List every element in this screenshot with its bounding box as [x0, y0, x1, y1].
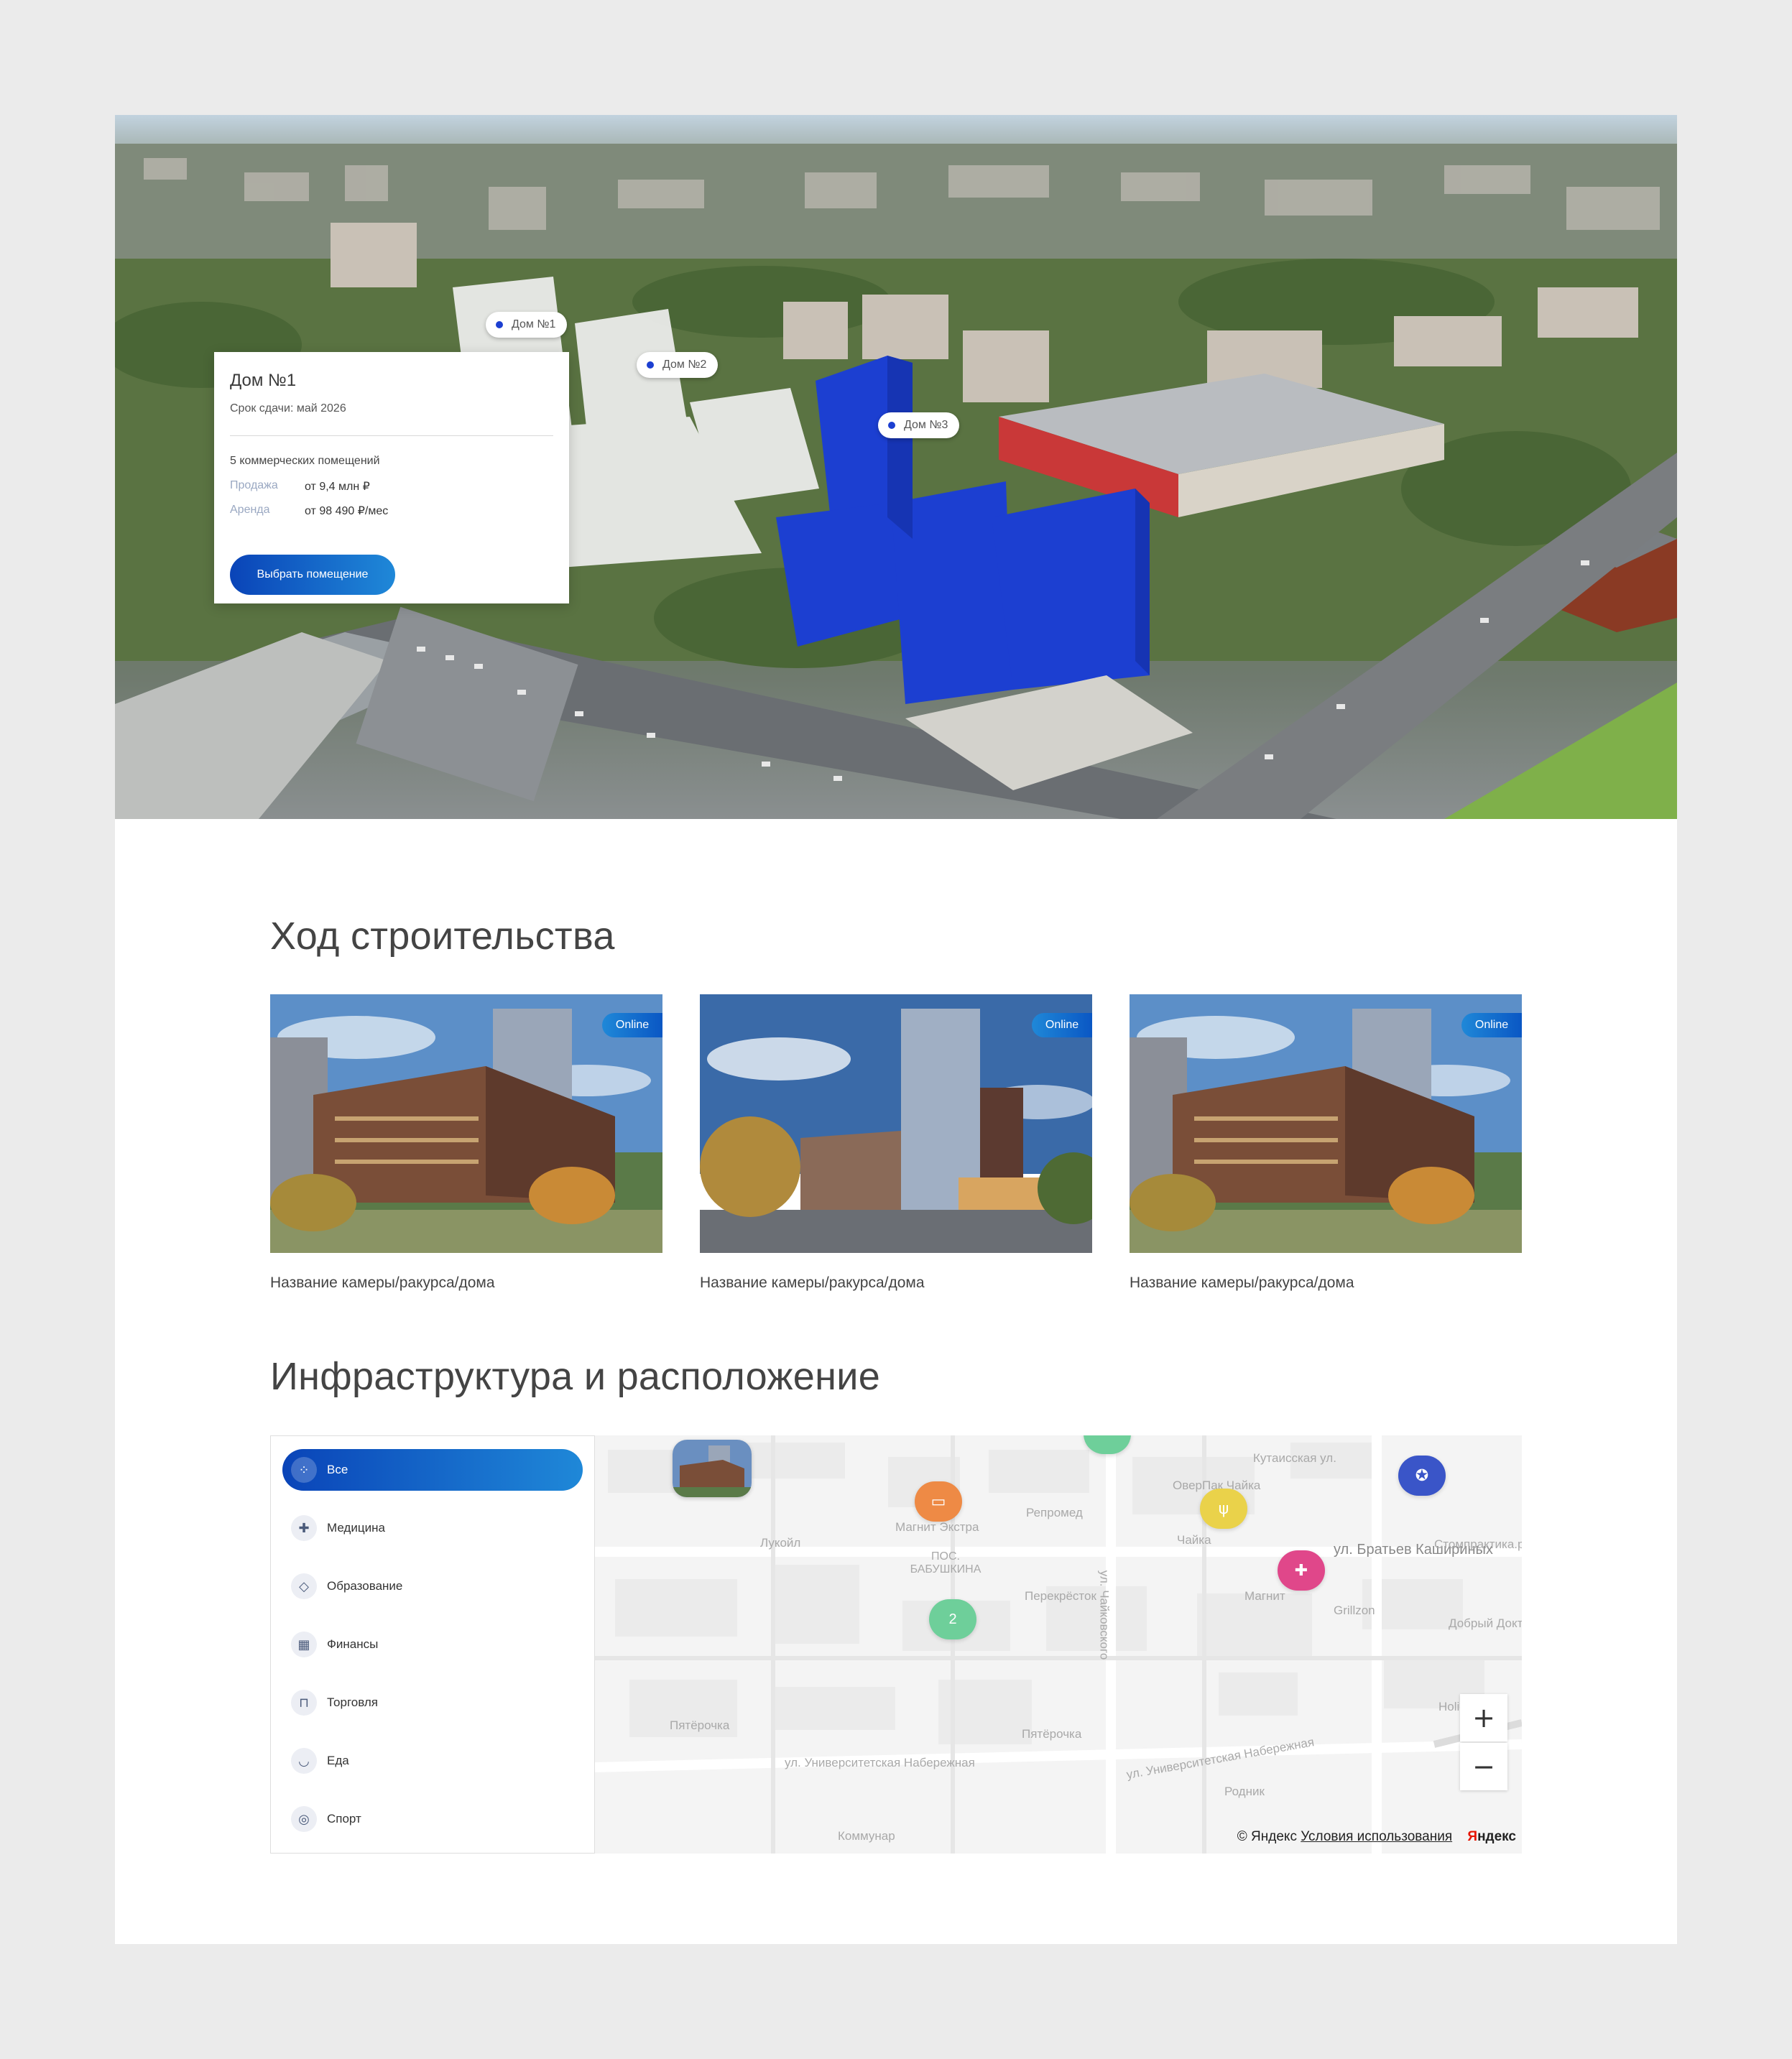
building-render-image	[1130, 994, 1522, 1253]
map[interactable]: Кутаисская ул. ул. Братьев Кашириных ул.…	[270, 1435, 1522, 1854]
bank-icon: ▦	[291, 1632, 317, 1657]
building-render-image	[270, 994, 662, 1253]
medkit-icon: ✚	[1294, 1561, 1308, 1580]
house-pin-3[interactable]: Дом №3	[878, 412, 960, 438]
category-food[interactable]: ◡ Еда	[282, 1740, 583, 1782]
house-deadline: Срок сдачи: май 2026	[230, 402, 346, 415]
construction-title: Ход строительства	[270, 915, 615, 958]
map-label: Стомпрактика.рф	[1434, 1537, 1522, 1551]
category-medicine[interactable]: ✚ Медицина	[282, 1507, 583, 1549]
sale-price: от 9,4 млн ₽	[305, 481, 370, 493]
map-label: Добрый Доктор	[1449, 1616, 1522, 1630]
online-badge: Online	[1032, 1013, 1092, 1037]
category-trade[interactable]: ⊓ Торговля	[282, 1682, 583, 1723]
map-label: Лукойл	[760, 1536, 801, 1550]
category-label: Медицина	[327, 1521, 385, 1535]
category-education[interactable]: ◇ Образование	[282, 1565, 583, 1607]
building-render-image	[700, 994, 1092, 1253]
cluster-marker[interactable]: 2	[929, 1599, 976, 1639]
terms-link[interactable]: Условия использования	[1301, 1829, 1452, 1844]
house-pin-2[interactable]: Дом №2	[637, 352, 719, 378]
map-label: Grillzon	[1334, 1604, 1375, 1617]
camera-caption: Название камеры/ракурса/дома	[270, 1274, 495, 1291]
map-label: Магнит Экстра	[895, 1520, 979, 1534]
house-pin-1[interactable]: Дом №1	[486, 312, 568, 338]
category-label: Торговля	[327, 1695, 379, 1709]
map-label: Пятёрочка	[670, 1718, 730, 1732]
category-all[interactable]: ⁘ Все	[282, 1449, 583, 1491]
category-label: Финансы	[327, 1637, 379, 1651]
camera-caption: Название камеры/ракурса/дома	[1130, 1274, 1354, 1291]
map-label: ПОС. БАБУШКИНА	[910, 1550, 982, 1576]
sale-row: Продажа от 9,4 млн ₽	[230, 479, 553, 494]
camera-card-3[interactable]: Online Название камеры/ракурса/дома	[1130, 994, 1522, 1292]
map-copyright: © Яндекс Условия использования Яндекс	[1237, 1829, 1516, 1845]
divider	[230, 435, 553, 436]
cart-icon: ⊓	[291, 1690, 317, 1716]
map-label: Чайка	[1177, 1533, 1211, 1547]
map-label: ул. Университетская Набережная	[785, 1756, 975, 1769]
camera-card-1[interactable]: Online Название камеры/ракурса/дома	[270, 994, 662, 1292]
map-label: Кутаисская ул.	[1253, 1451, 1336, 1465]
infrastructure-title: Инфраструктура и расположение	[270, 1355, 881, 1398]
finance-marker[interactable]: ▭	[915, 1481, 962, 1522]
bowl-icon: ◡	[291, 1748, 317, 1774]
map-label: ул. Чайковского	[1097, 1570, 1112, 1660]
fork-knife-icon: ψ	[1218, 1499, 1229, 1518]
online-badge: Online	[1461, 1013, 1522, 1037]
wallet-icon: ▭	[930, 1492, 946, 1511]
rent-row: Аренда от 98 490 ₽/мес	[230, 504, 553, 518]
sport-marker[interactable]: ✪	[1398, 1456, 1446, 1496]
yandex-logo[interactable]: Яндекс	[1467, 1829, 1516, 1844]
camera-card-2[interactable]: Online Название камеры/ракурса/дома	[700, 994, 1092, 1292]
grid-icon: ⁘	[291, 1457, 317, 1483]
category-finance[interactable]: ▦ Финансы	[282, 1624, 583, 1665]
hero-aerial-view: Дом №1 Дом №2 Дом №3 Дом №1 Срок сдачи: …	[115, 115, 1677, 819]
rent-label: Аренда	[230, 504, 270, 516]
camera-image[interactable]: Online	[700, 994, 1092, 1253]
online-badge: Online	[602, 1013, 662, 1037]
category-filter-panel: ⁘ Все ✚ Медицина ◇ Образование ▦ Финансы…	[270, 1435, 595, 1854]
house-title: Дом №1	[230, 371, 297, 390]
zoom-in-button[interactable]: +	[1460, 1694, 1507, 1741]
category-label: Все	[327, 1463, 348, 1476]
zoom-out-button[interactable]: −	[1460, 1743, 1507, 1790]
house-pin-label: Дом №1	[512, 318, 556, 330]
sale-label: Продажа	[230, 479, 278, 491]
camera-image[interactable]: Online	[1130, 994, 1522, 1253]
category-label: Спорт	[327, 1812, 361, 1826]
complex-marker[interactable]	[673, 1440, 752, 1497]
category-label: Еда	[327, 1754, 349, 1767]
page: Дом №1 Дом №2 Дом №3 Дом №1 Срок сдачи: …	[115, 115, 1677, 1944]
building-thumbnail-icon	[673, 1440, 752, 1497]
map-label: Магнит	[1244, 1589, 1285, 1603]
medicine-marker[interactable]: ✚	[1278, 1550, 1325, 1591]
category-label: Образование	[327, 1579, 403, 1593]
copyright-text: © Яндекс	[1237, 1829, 1297, 1844]
house-pin-label: Дом №3	[904, 419, 948, 431]
medkit-icon: ✚	[291, 1515, 317, 1541]
map-label: Репромед	[1026, 1506, 1083, 1519]
house-pin-label: Дом №2	[662, 358, 707, 371]
food-marker[interactable]: ψ	[1200, 1489, 1247, 1529]
choose-premises-button[interactable]: Выбрать помещение	[230, 555, 395, 595]
map-label: Родник	[1224, 1785, 1265, 1798]
map-label: Перекрёсток	[1025, 1589, 1096, 1603]
ball-icon: ◎	[291, 1806, 317, 1832]
rent-price: от 98 490 ₽/мес	[305, 505, 389, 517]
premises-count: 5 коммерческих помещений	[230, 455, 380, 467]
map-label: Пятёрочка	[1022, 1727, 1082, 1741]
camera-image[interactable]: Online	[270, 994, 662, 1253]
category-sport[interactable]: ◎ Спорт	[282, 1798, 583, 1840]
ball-icon: ✪	[1415, 1466, 1429, 1485]
camera-caption: Название камеры/ракурса/дома	[700, 1274, 925, 1291]
map-label: Коммунар	[838, 1829, 895, 1843]
house-info-card: Дом №1 Срок сдачи: май 2026 5 коммерческ…	[214, 352, 569, 603]
graduation-cap-icon: ◇	[291, 1573, 317, 1599]
